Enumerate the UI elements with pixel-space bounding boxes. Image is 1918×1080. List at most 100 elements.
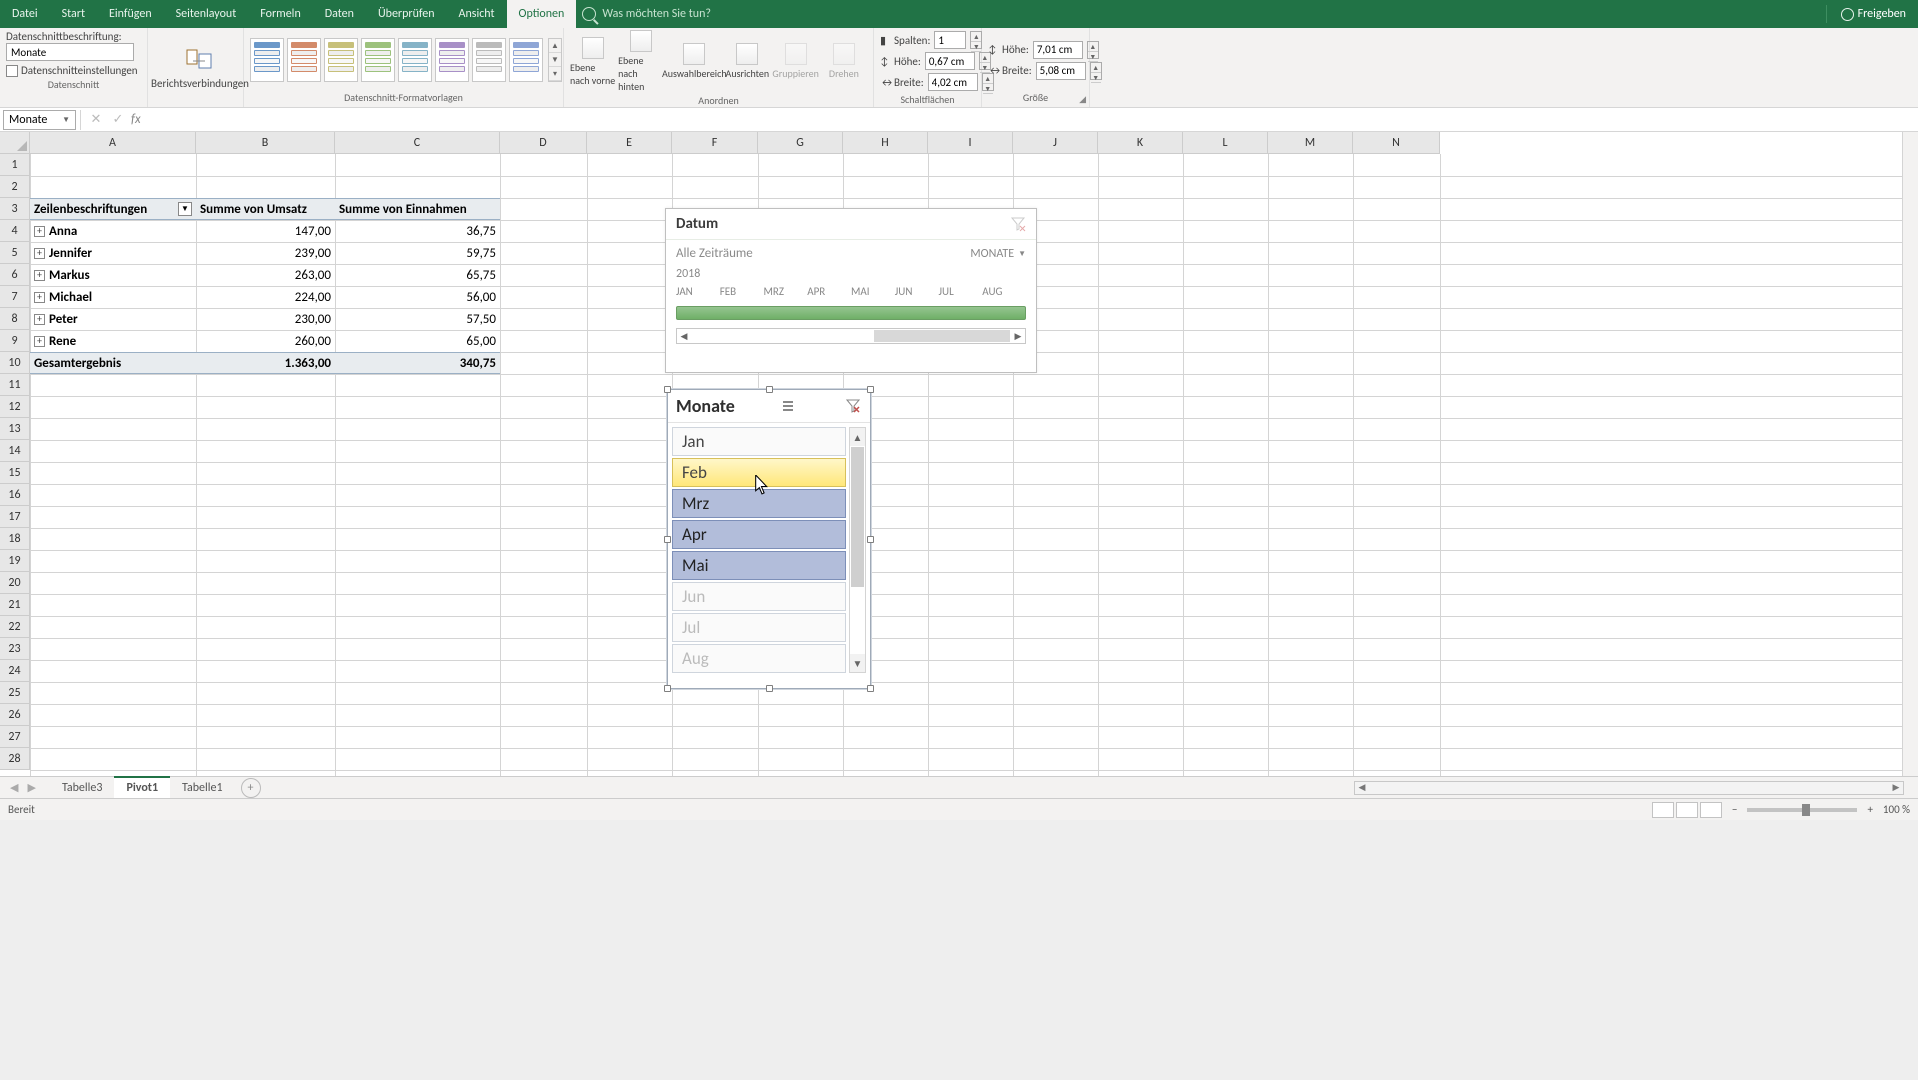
cell[interactable]: +Anna — [30, 220, 196, 242]
sheet-tab[interactable]: Pivot1 — [114, 776, 170, 798]
dialog-launcher-icon[interactable]: ◢ — [1079, 94, 1086, 105]
cell[interactable]: Summe von Einnahmen — [335, 198, 500, 220]
cell[interactable]: 65,75 — [335, 264, 500, 286]
resize-handle[interactable] — [867, 685, 874, 692]
cell[interactable]: Gesamtergebnis — [30, 352, 196, 374]
slicer-style-option[interactable] — [287, 38, 321, 82]
spinner[interactable]: ▲▼ — [970, 31, 982, 49]
menu-datei[interactable]: Datei — [0, 0, 50, 28]
name-box[interactable]: Monate ▼ — [3, 110, 76, 130]
timeline-range-bar[interactable] — [676, 306, 1026, 320]
scroll-right-icon[interactable]: ▶ — [1011, 329, 1025, 343]
cell[interactable]: Summe von Umsatz — [196, 198, 335, 220]
cell[interactable]: +Michael — [30, 286, 196, 308]
size-width-input[interactable] — [1036, 62, 1086, 80]
row-header[interactable]: 18 — [0, 528, 30, 550]
slicer-item[interactable]: Apr — [672, 520, 846, 549]
menu-einfügen[interactable]: Einfügen — [97, 0, 164, 28]
timeline-month[interactable]: JUL — [939, 285, 983, 298]
cell[interactable]: 57,50 — [335, 308, 500, 330]
row-header[interactable]: 28 — [0, 748, 30, 770]
timeline-level-dropdown[interactable]: MONATE▼ — [970, 247, 1026, 261]
cell[interactable]: +Peter — [30, 308, 196, 330]
column-header[interactable]: I — [928, 132, 1013, 154]
zoom-out-button[interactable]: − — [1732, 803, 1737, 816]
cell[interactable]: 147,00 — [196, 220, 335, 242]
row-header[interactable]: 26 — [0, 704, 30, 726]
filter-dropdown-icon[interactable]: ▼ — [178, 202, 192, 216]
scroll-left-icon[interactable]: ◀ — [677, 329, 691, 343]
report-connections-button[interactable]: Berichtsverbindungen — [154, 44, 246, 90]
expand-icon[interactable]: + — [34, 270, 45, 281]
slicer-item[interactable]: Mai — [672, 551, 846, 580]
timeline-datum[interactable]: Datum Alle Zeiträume MONATE▼ 2018 JANFEB… — [665, 208, 1037, 373]
selection-pane-button[interactable]: Auswahlbereich — [666, 43, 722, 80]
row-header[interactable]: 15 — [0, 462, 30, 484]
slicer-style-option[interactable] — [398, 38, 432, 82]
resize-handle[interactable] — [867, 536, 874, 543]
share-button[interactable]: Freigeben — [1826, 5, 1906, 23]
menu-daten[interactable]: Daten — [313, 0, 366, 28]
row-header[interactable]: 3 — [0, 198, 30, 220]
row-header[interactable]: 20 — [0, 572, 30, 594]
scroll-left-icon[interactable]: ◀ — [1355, 782, 1369, 794]
new-sheet-button[interactable]: + — [241, 778, 261, 798]
column-header[interactable]: C — [335, 132, 500, 154]
slicer-item[interactable]: Jan — [672, 427, 846, 456]
align-button[interactable]: Ausrichten — [724, 43, 770, 80]
clear-filter-icon[interactable] — [844, 397, 862, 415]
row-header[interactable]: 24 — [0, 660, 30, 682]
horizontal-scrollbar[interactable]: ◀ ▶ — [1354, 781, 1904, 795]
slicer-style-option[interactable] — [250, 38, 284, 82]
row-header[interactable]: 11 — [0, 374, 30, 396]
cell[interactable]: 239,00 — [196, 242, 335, 264]
spinner[interactable]: ▲▼ — [1087, 41, 1099, 59]
menu-seitenlayout[interactable]: Seitenlayout — [164, 0, 249, 28]
slicer-style-option[interactable] — [472, 38, 506, 82]
slicer-item[interactable]: Jun — [672, 582, 846, 611]
column-header[interactable]: A — [30, 132, 196, 154]
expand-icon[interactable]: + — [34, 336, 45, 347]
column-header[interactable]: H — [843, 132, 928, 154]
cell[interactable]: +Rene — [30, 330, 196, 352]
expand-icon[interactable]: + — [34, 226, 45, 237]
resize-handle[interactable] — [664, 685, 671, 692]
cell[interactable]: 56,00 — [335, 286, 500, 308]
cell[interactable]: Zeilenbeschriftungen▼ — [30, 198, 196, 220]
column-header[interactable]: L — [1183, 132, 1268, 154]
cell[interactable]: +Markus — [30, 264, 196, 286]
row-header[interactable]: 4 — [0, 220, 30, 242]
scroll-thumb[interactable] — [874, 330, 1010, 342]
zoom-slider[interactable] — [1747, 808, 1857, 812]
row-header[interactable]: 5 — [0, 242, 30, 264]
resize-handle[interactable] — [664, 536, 671, 543]
timeline-month[interactable]: JAN — [676, 285, 720, 298]
slicer-item[interactable]: Feb — [672, 458, 846, 487]
vertical-scrollbar[interactable] — [1902, 132, 1918, 776]
row-header[interactable]: 21 — [0, 594, 30, 616]
resize-handle[interactable] — [867, 386, 874, 393]
cell[interactable]: +Jennifer — [30, 242, 196, 264]
button-width-input[interactable] — [928, 73, 978, 91]
timeline-month[interactable]: AUG — [982, 285, 1026, 298]
row-header[interactable]: 19 — [0, 550, 30, 572]
column-header[interactable]: G — [758, 132, 843, 154]
slicer-caption-input[interactable] — [6, 43, 134, 61]
cell[interactable]: 263,00 — [196, 264, 335, 286]
normal-view-button[interactable] — [1652, 802, 1674, 818]
timeline-month[interactable]: MAI — [851, 285, 895, 298]
row-header[interactable]: 13 — [0, 418, 30, 440]
timeline-month[interactable]: FEB — [720, 285, 764, 298]
column-header[interactable]: F — [672, 132, 758, 154]
sheet-tab[interactable]: Tabelle1 — [170, 777, 235, 799]
tab-nav-prev-icon[interactable]: ◀ — [10, 781, 18, 794]
row-header[interactable]: 1 — [0, 154, 30, 176]
send-backward-button[interactable]: Ebene nach hinten — [618, 30, 664, 93]
timeline-scrollbar[interactable]: ◀ ▶ — [676, 328, 1026, 344]
column-header[interactable]: D — [500, 132, 587, 154]
multi-select-icon[interactable] — [780, 397, 798, 415]
spinner[interactable]: ▲▼ — [1090, 62, 1102, 80]
row-header[interactable]: 9 — [0, 330, 30, 352]
cell[interactable]: 36,75 — [335, 220, 500, 242]
button-columns-input[interactable] — [934, 31, 966, 49]
